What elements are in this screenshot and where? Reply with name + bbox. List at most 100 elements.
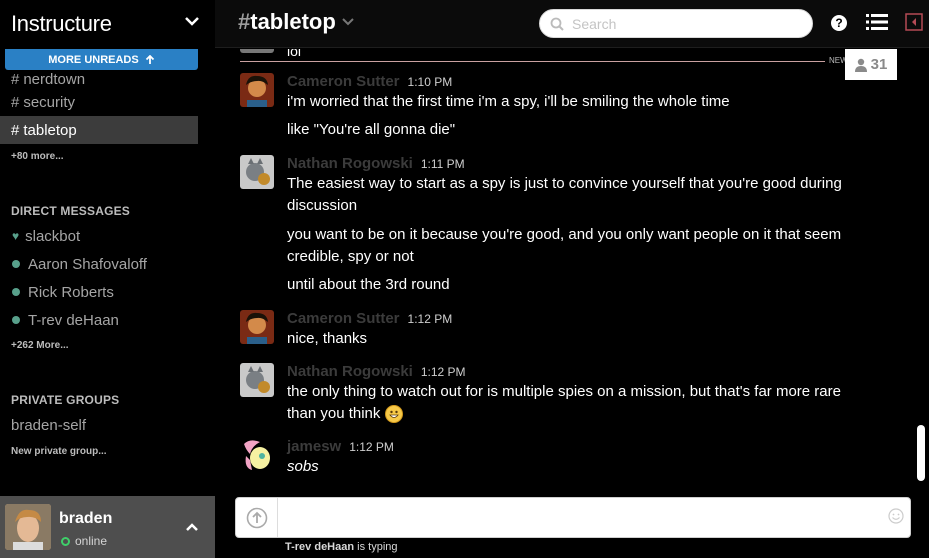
channel-label: nerdtown <box>23 71 86 88</box>
channel-title[interactable]: # tabletop <box>238 9 354 35</box>
message-text: discussion <box>287 197 358 214</box>
avatar <box>5 504 51 550</box>
avatar-image <box>240 363 274 397</box>
search-box[interactable] <box>539 9 813 38</box>
message-text: like "You're all gonna die" <box>287 121 456 138</box>
upload-button[interactable] <box>236 498 278 537</box>
message-author[interactable]: Cameron Sutter <box>287 310 400 327</box>
message-composer <box>235 497 911 538</box>
emoji-picker-icon[interactable] <box>888 508 904 524</box>
online-status-icon <box>61 536 70 546</box>
team-name: Instructure <box>11 11 112 36</box>
dm-item-aaron-shafovaloff[interactable]: Aaron Shafovaloff <box>0 250 215 278</box>
dm-item-trev-dehaan[interactable]: T-rev deHaan <box>0 306 215 334</box>
avatar[interactable] <box>240 73 274 107</box>
dms-more-link[interactable]: +262 More... <box>11 340 69 351</box>
hash-icon: # <box>11 71 20 88</box>
heart-icon: ♥ <box>12 229 20 243</box>
presence-dot-icon <box>12 316 20 324</box>
group-item-braden-self[interactable]: braden-self <box>11 417 86 434</box>
message-time[interactable]: 1:12 PM <box>349 440 394 454</box>
message-author[interactable]: Cameron Sutter <box>287 73 400 90</box>
channel-label: security <box>23 93 76 111</box>
person-icon <box>854 58 867 72</box>
hash-icon: # <box>11 121 20 139</box>
message-header: Nathan Rogowski 1:11 PM <box>287 155 465 172</box>
user-status-label: online <box>75 534 108 548</box>
dm-item-rick-roberts[interactable]: Rick Roberts <box>0 278 215 306</box>
message-time[interactable]: 1:10 PM <box>408 75 453 89</box>
avatar-image <box>240 155 274 189</box>
message-text: The easiest way to start as a spy is jus… <box>287 175 842 192</box>
sidebar-item-tabletop[interactable]: # tabletop <box>0 116 198 144</box>
message-text: credible, spy or not <box>287 248 414 265</box>
more-unreads-button[interactable]: MORE UNREADS <box>5 49 198 70</box>
team-menu[interactable]: Instructure <box>0 0 215 48</box>
message-pane[interactable]: lol NEW M 31 Cameron Sutter 1:10 PM i'm … <box>215 49 913 491</box>
dm-item-slackbot[interactable]: ♥ slackbot <box>0 222 215 250</box>
user-menu[interactable]: braden online <box>0 496 215 558</box>
channels-more-link[interactable]: +80 more... <box>11 151 64 162</box>
avatar[interactable] <box>240 363 274 397</box>
chevron-down-icon <box>185 17 199 26</box>
avatar[interactable] <box>240 310 274 344</box>
message-header: jamesw 1:12 PM <box>287 438 394 455</box>
search-input[interactable] <box>572 15 792 32</box>
dm-list: ♥ slackbot Aaron Shafovaloff Rick Robert… <box>0 222 215 334</box>
typing-suffix: is typing <box>354 541 398 553</box>
smile-emoji-icon <box>384 405 403 424</box>
message-header: Cameron Sutter 1:12 PM <box>287 310 452 327</box>
dm-label: Rick Roberts <box>28 283 114 301</box>
message-text: nice, thanks <box>287 330 368 347</box>
dm-label: T-rev deHaan <box>28 311 119 329</box>
dm-label: slackbot <box>25 227 81 245</box>
message-author[interactable]: Nathan Rogowski <box>287 155 413 172</box>
presence-dot-icon <box>12 260 20 268</box>
message-scrollbar[interactable] <box>917 425 925 481</box>
message-text: sobs <box>287 458 319 475</box>
channel-header: # tabletop ? <box>215 0 929 48</box>
new-private-group-link[interactable]: New private group... <box>11 446 107 457</box>
message-header: Cameron Sutter 1:10 PM <box>287 73 452 90</box>
dm-label: Aaron Shafovaloff <box>28 255 147 273</box>
direct-messages-heading[interactable]: DIRECT MESSAGES <box>11 204 130 218</box>
message-time[interactable]: 1:11 PM <box>421 157 465 171</box>
member-count-button[interactable]: 31 <box>845 49 897 80</box>
help-icon[interactable]: ? <box>831 15 847 31</box>
message-text-with-emoji: than you think <box>287 403 867 425</box>
avatar-image <box>240 438 274 472</box>
channel-name: tabletop <box>250 9 336 34</box>
message-text: than you think <box>287 405 381 422</box>
message-text: until about the 3rd round <box>287 276 450 293</box>
avatar-image <box>240 73 274 107</box>
upload-icon <box>246 507 267 528</box>
arrow-up-icon <box>145 54 154 64</box>
message-input[interactable] <box>284 506 874 530</box>
avatar <box>240 49 274 53</box>
avatar[interactable] <box>240 438 274 472</box>
user-name: braden <box>59 510 113 527</box>
message-header: Nathan Rogowski 1:12 PM <box>287 363 466 380</box>
avatar-image <box>240 310 274 344</box>
more-unreads-label: MORE UNREADS <box>48 53 139 66</box>
presence-dot-icon <box>12 288 20 296</box>
message-time[interactable]: 1:12 PM <box>421 365 466 379</box>
message-time[interactable]: 1:12 PM <box>408 312 453 326</box>
member-count: 31 <box>870 56 888 73</box>
user-status: online <box>61 534 107 548</box>
message-author[interactable]: Nathan Rogowski <box>287 363 413 380</box>
private-groups-heading[interactable]: PRIVATE GROUPS <box>11 393 119 407</box>
channel-list: # nerdtown # security # tabletop <box>0 64 215 144</box>
sidebar-item-security[interactable]: # security <box>0 88 198 116</box>
message-text: you want to be on it because you're good… <box>287 226 842 243</box>
message-author[interactable]: jamesw <box>287 438 341 455</box>
channel-hash: # <box>238 9 251 34</box>
list-icon[interactable] <box>866 13 888 31</box>
avatar[interactable] <box>240 155 274 189</box>
message-text: i'm worried that the first time i'm a sp… <box>287 93 730 110</box>
sidebar: Instructure # nerdtown # security # tabl… <box>0 0 215 558</box>
toggle-panel-icon[interactable] <box>905 13 923 31</box>
hash-icon: # <box>11 93 20 111</box>
message-text: lol <box>287 49 302 59</box>
channel-label: tabletop <box>23 121 77 139</box>
